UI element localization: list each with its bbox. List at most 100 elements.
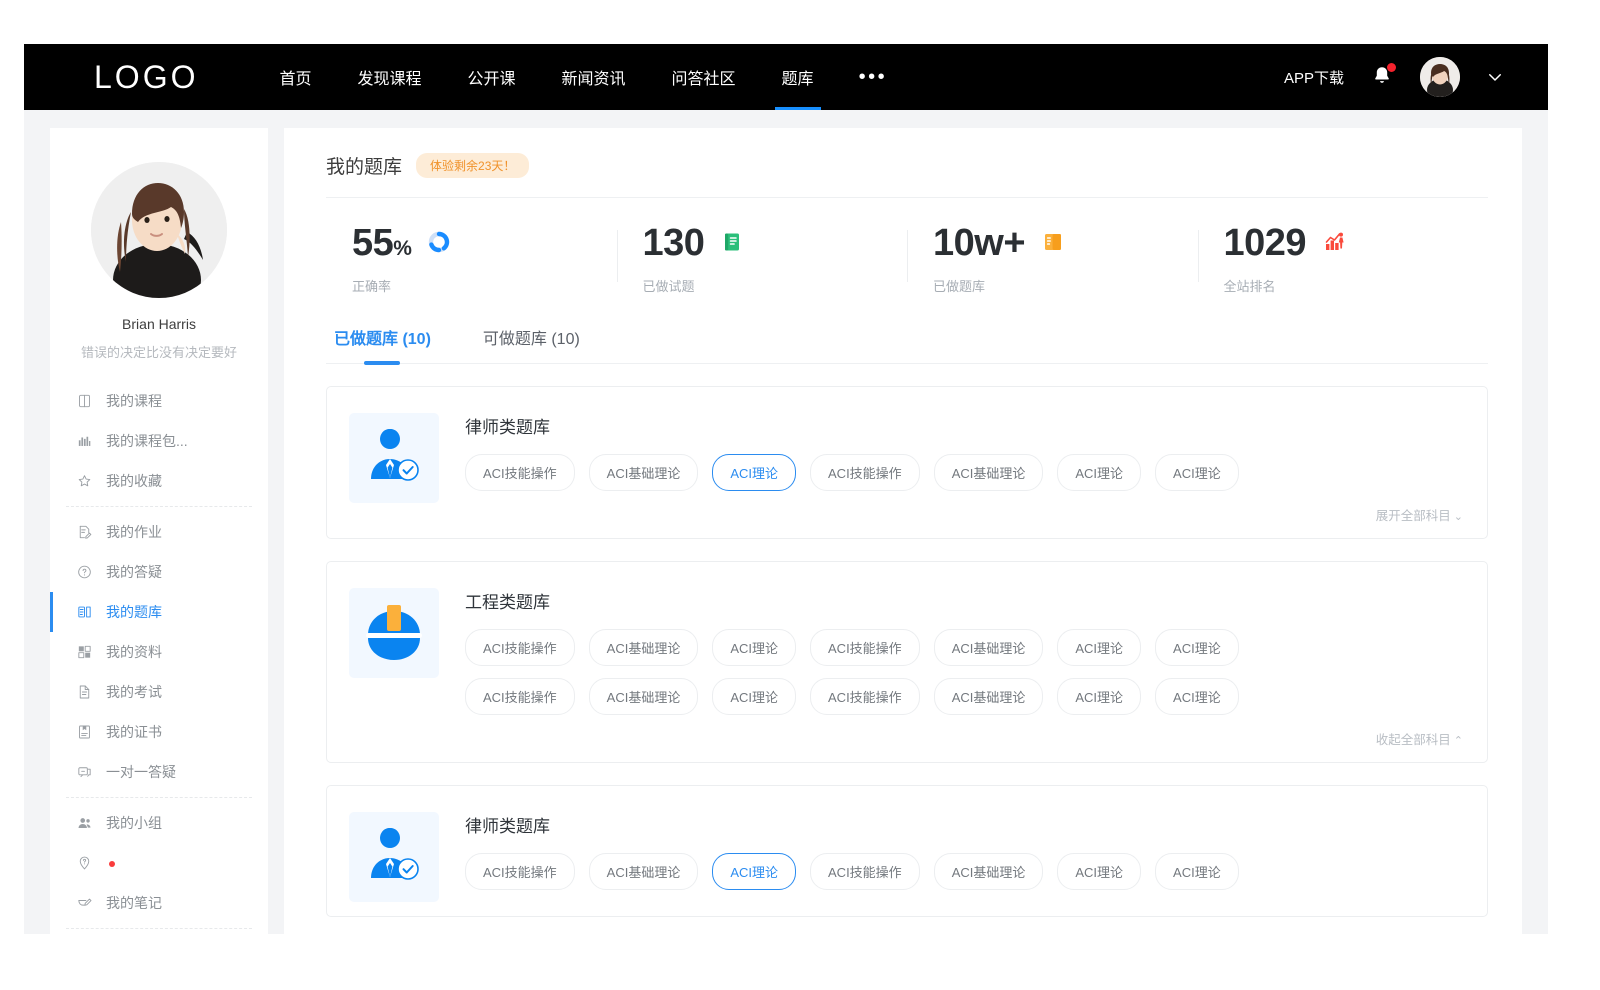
sidebar-item-label: 一对一答疑: [106, 762, 176, 782]
subject-chip[interactable]: ACI基础理论: [934, 629, 1044, 666]
sidebar-divider: [66, 797, 252, 798]
subject-chip[interactable]: ACI理论: [1155, 853, 1239, 890]
stat-label: 全站排名: [1224, 276, 1489, 295]
subject-chip[interactable]: ACI技能操作: [465, 853, 575, 890]
subject-chip-row: ACI技能操作 ACI基础理论 ACI理论 ACI技能操作 ACI基础理论 ACI理论 AC…: [465, 629, 1465, 666]
subject-chip[interactable]: ACI技能操作: [810, 678, 920, 715]
card-body: 工程类题库ACI技能操作ACI基础理论ACI理论ACI技能操作ACI基础理论AC…: [465, 588, 1465, 748]
subject-chip[interactable]: ACI理论: [1057, 853, 1141, 890]
nav-more-icon[interactable]: •••: [837, 44, 910, 110]
subject-chip[interactable]: ACI理论: [1057, 678, 1141, 715]
hardhat-icon: [360, 597, 428, 670]
sidebar-item-10[interactable]: 一对一答疑: [50, 752, 268, 792]
stat-card-4: 1029 全站排名: [1198, 224, 1489, 295]
material-icon: [76, 644, 93, 661]
nav-item-4[interactable]: 新闻资讯: [539, 44, 649, 110]
sidebar: Brian Harris 错误的决定比没有决定要好 我的课程我的课程包...我的…: [50, 128, 268, 934]
subject-chip[interactable]: ACI基础理论: [589, 454, 699, 491]
subject-chip[interactable]: ACI技能操作: [465, 629, 575, 666]
nav-item-1[interactable]: 首页: [256, 44, 334, 110]
expand-collapse-subjects-link[interactable]: 收起全部科目⌃: [465, 727, 1465, 748]
exam-icon: [76, 684, 93, 701]
notification-bell-button[interactable]: [1370, 64, 1394, 90]
subject-chip[interactable]: ACI理论: [1155, 454, 1239, 491]
subject-chip[interactable]: ACI基础理论: [934, 853, 1044, 890]
subject-chip[interactable]: ACI基础理论: [589, 629, 699, 666]
subject-chip[interactable]: ACI技能操作: [810, 629, 920, 666]
question-bank-card[interactable]: 律师类题库ACI技能操作ACI基础理论ACI理论ACI技能操作ACI基础理论AC…: [326, 386, 1488, 539]
page-body: Brian Harris 错误的决定比没有决定要好 我的课程我的课程包...我的…: [24, 110, 1548, 934]
page-title: 我的题库: [326, 152, 402, 179]
lawyer-avatar-icon: [360, 821, 428, 894]
subject-chip[interactable]: ACI理论: [712, 629, 796, 666]
stat-value-number: 55: [352, 222, 393, 264]
subject-chip[interactable]: ACI基础理论: [934, 678, 1044, 715]
primary-nav: 首页发现课程公开课新闻资讯问答社区题库: [256, 44, 836, 110]
sidebar-divider: [66, 506, 252, 507]
card-thumbnail: [349, 413, 439, 503]
subject-chip[interactable]: ACI技能操作: [810, 454, 920, 491]
tab-1[interactable]: 已做题库 (10): [334, 325, 431, 363]
sidebar-item-13[interactable]: [50, 843, 268, 883]
stat-value: 10w+: [933, 224, 1025, 262]
subject-chip[interactable]: ACI基础理论: [934, 454, 1044, 491]
subject-chip[interactable]: ACI基础理论: [589, 678, 699, 715]
sidebar-item-label: 我的考试: [106, 682, 162, 702]
sidebar-item-label: 我的答疑: [106, 562, 162, 582]
nav-right-cluster: APP下载: [1284, 57, 1504, 97]
chevron-down-icon[interactable]: [1486, 68, 1504, 86]
subject-chip[interactable]: ACI技能操作: [465, 454, 575, 491]
subject-chip[interactable]: ACI基础理论: [589, 853, 699, 890]
sidebar-item-label: 我的题库: [106, 602, 162, 622]
subject-chip[interactable]: ACI技能操作: [810, 853, 920, 890]
question-bank-card[interactable]: 律师类题库ACI技能操作ACI基础理论ACI理论ACI技能操作ACI基础理论AC…: [326, 785, 1488, 917]
subject-chip[interactable]: ACI理论: [712, 853, 796, 890]
sidebar-item-0[interactable]: 我的课程: [50, 381, 268, 421]
nav-item-5[interactable]: 问答社区: [649, 44, 759, 110]
sidebar-item-4[interactable]: 我的作业: [50, 512, 268, 552]
sidebar-item-7[interactable]: 我的资料: [50, 632, 268, 672]
orange-book-icon: [1041, 230, 1065, 254]
nav-item-6[interactable]: 题库: [759, 44, 837, 110]
card-body: 律师类题库ACI技能操作ACI基础理论ACI理论ACI技能操作ACI基础理论AC…: [465, 413, 1465, 524]
subject-chip[interactable]: ACI理论: [1155, 678, 1239, 715]
sidebar-item-9[interactable]: 我的证书: [50, 712, 268, 752]
subject-chip[interactable]: ACI理论: [1057, 454, 1141, 491]
avatar[interactable]: [1420, 57, 1460, 97]
stat-top-row: 55%: [352, 224, 617, 262]
sidebar-item-14[interactable]: 我的笔记: [50, 883, 268, 923]
subject-chip[interactable]: ACI技能操作: [465, 678, 575, 715]
sidebar-item-label: 我的课程包...: [106, 431, 188, 451]
sidebar-item-6[interactable]: 我的题库: [50, 592, 268, 632]
nav-item-2[interactable]: 发现课程: [334, 44, 444, 110]
subject-chip[interactable]: ACI理论: [1057, 629, 1141, 666]
tab-2[interactable]: 可做题库 (10): [483, 325, 580, 363]
subject-chip[interactable]: ACI理论: [712, 454, 796, 491]
sidebar-item-label: 我的收藏: [106, 471, 162, 491]
stat-value-suffix: %: [393, 237, 411, 260]
question-bank-card[interactable]: 工程类题库ACI技能操作ACI基础理论ACI理论ACI技能操作ACI基础理论AC…: [326, 561, 1488, 763]
sidebar-menu: 我的课程我的课程包... 我的收藏我的作业我的答疑我的题库我的资料我的考试我的证书…: [50, 381, 268, 934]
subject-chip-row: ACI技能操作 ACI基础理论 ACI理论 ACI技能操作 ACI基础理论 ACI理论 AC…: [465, 853, 1465, 890]
question-bank-icon: [76, 604, 93, 621]
homework-icon: [76, 524, 93, 541]
sidebar-item-5[interactable]: 我的答疑: [50, 552, 268, 592]
card-thumbnail: [349, 588, 439, 678]
sidebar-item-2[interactable]: 我的收藏: [50, 461, 268, 501]
nav-item-3[interactable]: 公开课: [445, 44, 539, 110]
subject-chip[interactable]: ACI理论: [712, 678, 796, 715]
stat-card-2: 130已做试题: [617, 224, 908, 295]
expand-collapse-subjects-link[interactable]: 展开全部科目⌄: [465, 503, 1465, 524]
stat-card-1: 55%正确率: [326, 224, 617, 295]
sidebar-item-8[interactable]: 我的考试: [50, 672, 268, 712]
sidebar-item-12[interactable]: 我的小组: [50, 803, 268, 843]
site-logo[interactable]: LOGO: [94, 59, 198, 96]
sidebar-item-label: 我的作业: [106, 522, 162, 542]
app-download-link[interactable]: APP下载: [1284, 67, 1344, 88]
stat-value-number: 1029: [1224, 222, 1307, 264]
app-page: LOGO 首页发现课程公开课新闻资讯问答社区题库 ••• APP下载: [24, 44, 1548, 934]
sidebar-item-label: 我的课程: [106, 391, 162, 411]
user-photo-icon: [91, 162, 227, 298]
subject-chip[interactable]: ACI理论: [1155, 629, 1239, 666]
sidebar-item-1[interactable]: 我的课程包...: [50, 421, 268, 461]
